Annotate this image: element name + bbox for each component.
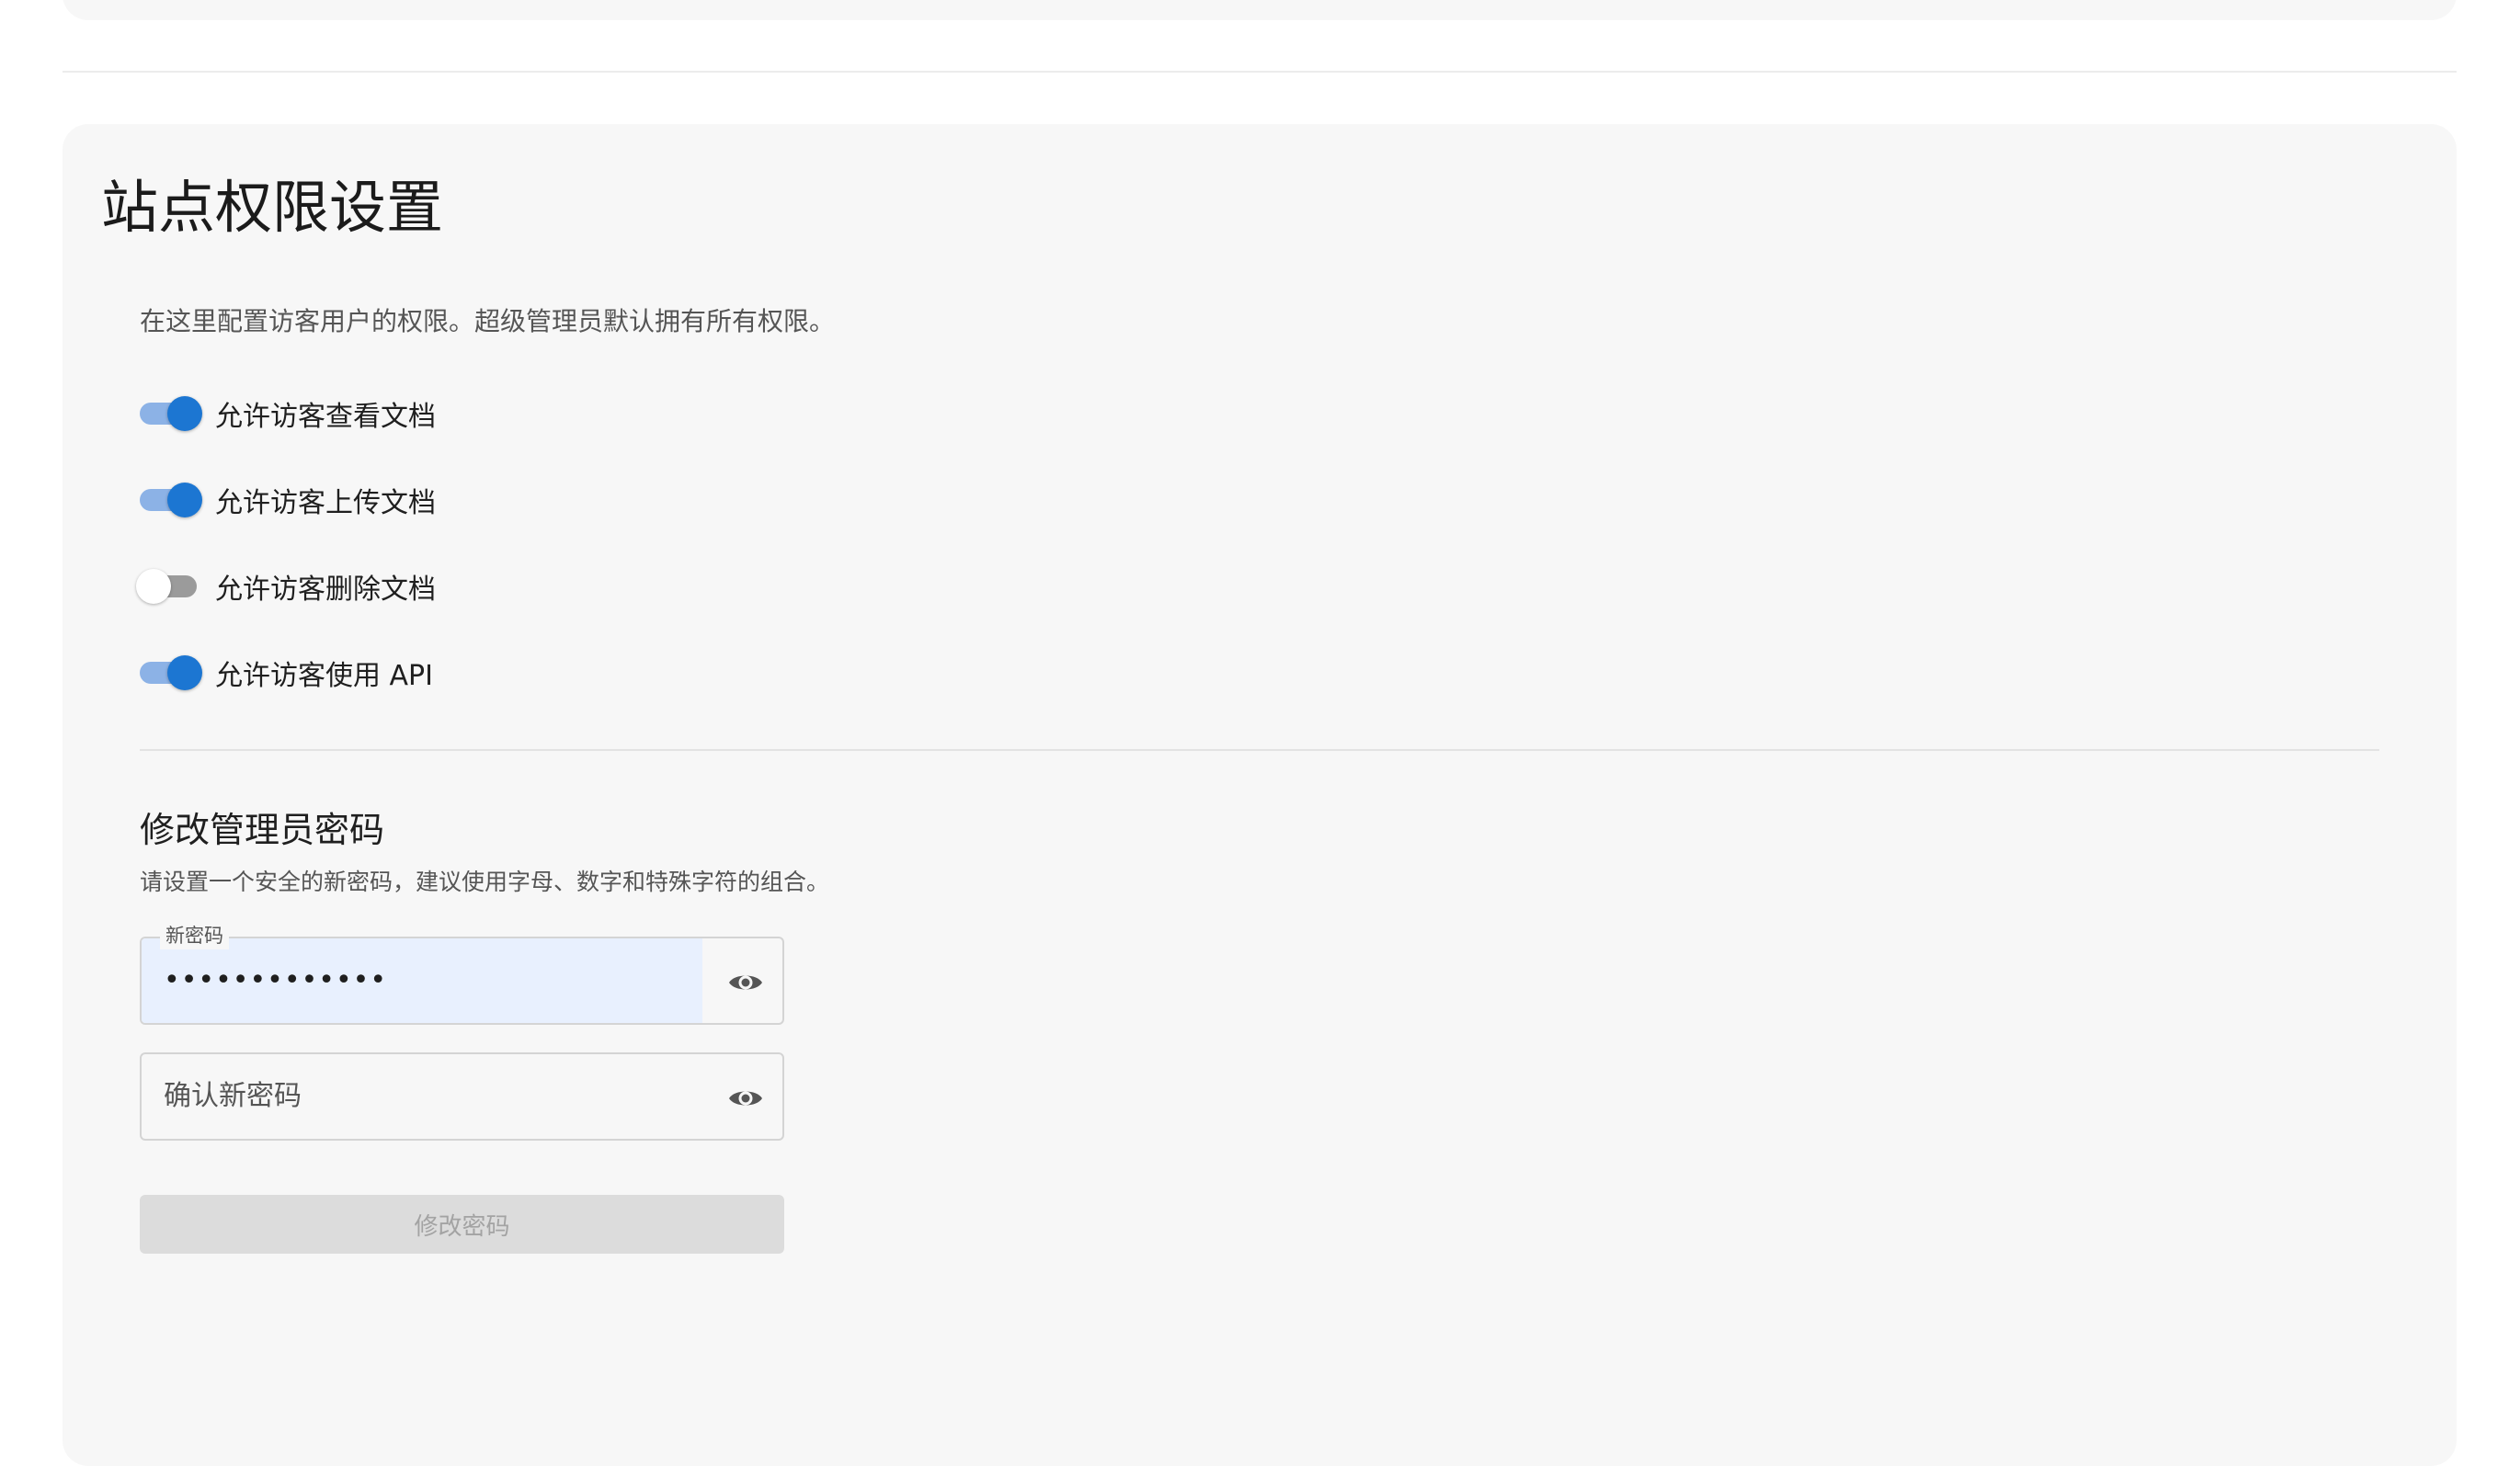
previous-section-card (63, 0, 2457, 20)
toggle-label: 允许访客删除文档 (215, 574, 436, 606)
eye-icon[interactable] (725, 1080, 766, 1117)
switch-knob[interactable] (167, 483, 202, 517)
toggle-row-upload-docs[interactable]: 允许访客上传文档 (136, 477, 436, 523)
upload-docs-switch[interactable] (136, 482, 202, 518)
confirm-password-field[interactable]: 确认新密码 (140, 1052, 784, 1141)
permissions-description: 在这里配置访客用户的权限。超级管理员默认拥有所有权限。 (140, 306, 836, 336)
toggle-label: 允许访客查看文档 (215, 401, 436, 433)
new-password-label: 新密码 (160, 922, 229, 949)
use-api-switch[interactable] (136, 654, 202, 691)
confirm-password-input[interactable]: 确认新密码 (164, 1080, 302, 1113)
view-docs-switch[interactable] (136, 395, 202, 432)
toggle-label: 允许访客上传文档 (215, 487, 436, 519)
toggle-row-delete-docs[interactable]: 允许访客删除文档 (136, 563, 436, 609)
toggle-row-use-api[interactable]: 允许访客使用 API (136, 650, 433, 696)
switch-knob[interactable] (136, 569, 171, 604)
eye-icon[interactable] (725, 964, 766, 1001)
switch-knob[interactable] (167, 655, 202, 690)
switch-knob[interactable] (167, 396, 202, 431)
toggle-label: 允许访客使用 API (215, 660, 433, 692)
toggle-row-view-docs[interactable]: 允许访客查看文档 (136, 391, 436, 437)
new-password-field[interactable]: 新密码 ••••••••••••• (140, 922, 784, 1025)
password-section-title: 修改管理员密码 (140, 810, 385, 850)
section-divider (63, 71, 2457, 73)
change-password-button[interactable]: 修改密码 (140, 1195, 784, 1254)
new-password-input[interactable]: ••••••••••••• (164, 964, 387, 997)
section-divider (140, 749, 2379, 751)
page-title: 站点权限设置 (101, 174, 444, 241)
delete-docs-switch[interactable] (136, 568, 202, 605)
password-section-description: 请设置一个安全的新密码，建议使用字母、数字和特殊字符的组合。 (140, 869, 830, 895)
